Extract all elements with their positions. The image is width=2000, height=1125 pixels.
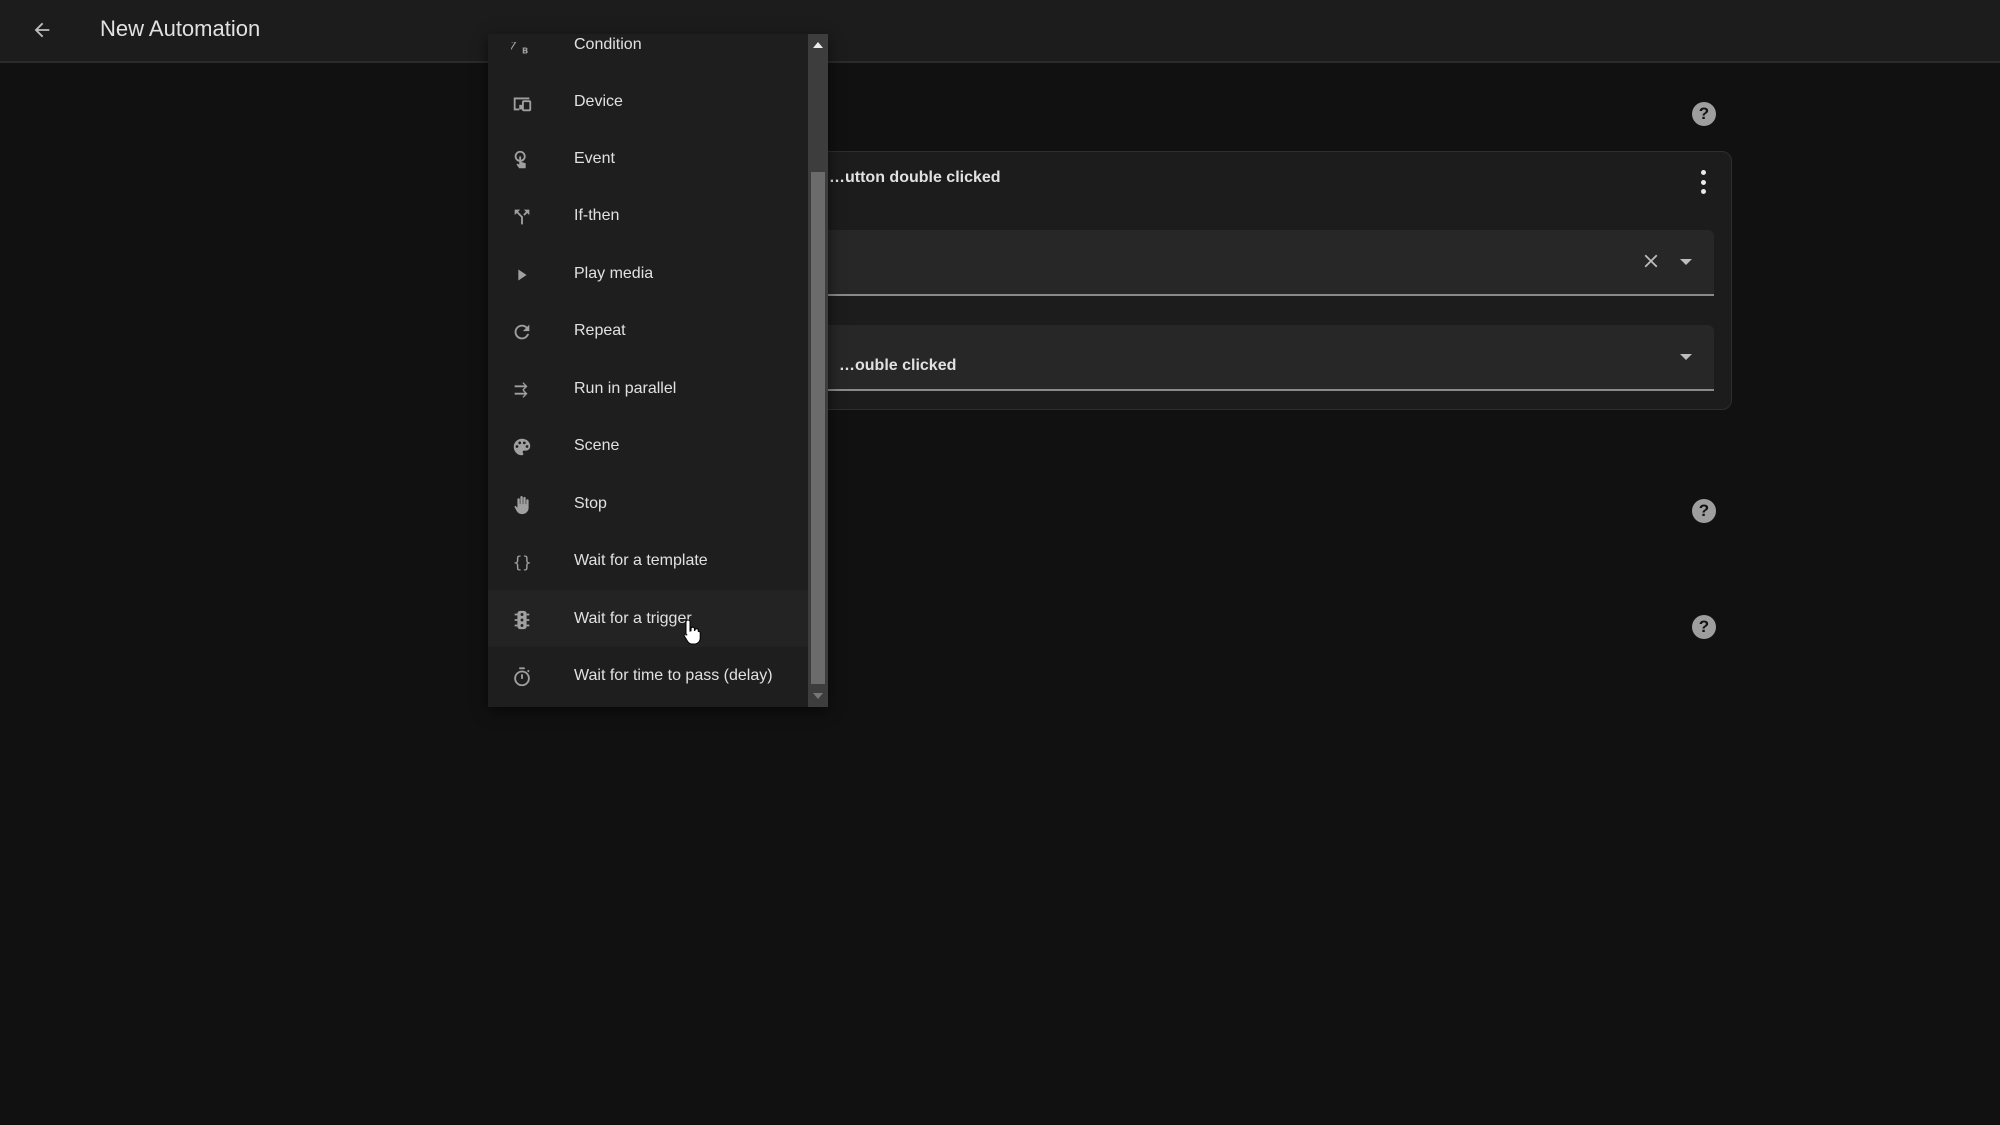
- call-split-icon: [510, 205, 534, 229]
- menu-item-label: Wait for a template: [574, 552, 708, 569]
- menu-item-condition[interactable]: ⁄ ·· B Condition: [488, 34, 808, 73]
- dots-vertical-icon[interactable]: [1697, 170, 1709, 194]
- add-action-menu: ⁄ ·· B Condition Device Event If-then Play…: [488, 34, 828, 707]
- close-icon[interactable]: [1640, 250, 1662, 272]
- timer-outline-icon: [510, 665, 534, 689]
- trigger-type-value: …ouble clicked: [839, 357, 957, 374]
- svg-text:{}: {}: [513, 554, 532, 572]
- menu-item-label: Repeat: [574, 322, 626, 339]
- menu-item-label: Scene: [574, 437, 620, 454]
- menu-item-label: Wait for a trigger: [574, 610, 692, 627]
- app-header: New Automation: [0, 0, 2000, 63]
- menu-item-label: Play media: [574, 265, 654, 282]
- arrow-left-icon: [34, 22, 50, 38]
- menu-item-event[interactable]: Event: [488, 130, 808, 187]
- menu-item-play-media[interactable]: Play media: [488, 245, 808, 302]
- hand-back-right-icon: [510, 493, 534, 517]
- menu-item-label: Wait for time to pass (delay): [574, 667, 773, 684]
- code-braces-icon: {}: [510, 550, 534, 574]
- play-icon: [510, 263, 534, 287]
- menu-item-scene[interactable]: Scene: [488, 417, 808, 474]
- menu-item-stop[interactable]: Stop: [488, 475, 808, 532]
- scroll-down-arrow-icon[interactable]: [813, 693, 823, 699]
- palette-icon: [510, 435, 534, 459]
- help-circle-icon[interactable]: ?: [1692, 102, 1716, 126]
- help-circle-icon[interactable]: ?: [1692, 615, 1716, 639]
- menu-item-label: If-then: [574, 207, 620, 224]
- shuffle-disabled-icon: [510, 378, 534, 402]
- back-button[interactable]: [26, 14, 58, 46]
- page-title: New Automation: [100, 16, 261, 41]
- menu-item-label: Device: [574, 93, 623, 110]
- menu-item-label: Condition: [574, 36, 642, 53]
- refresh-icon: [510, 320, 534, 344]
- menu-item-label: Event: [574, 150, 615, 167]
- traffic-light-icon: [510, 608, 534, 632]
- scrollbar-thumb[interactable]: [811, 172, 825, 684]
- scroll-up-arrow-icon[interactable]: [813, 42, 823, 48]
- svg-text:··: ··: [511, 38, 516, 47]
- menu-scrollbar[interactable]: [808, 34, 828, 707]
- menu-item-wait-for-template[interactable]: {} Wait for a template: [488, 532, 808, 589]
- device-select-field[interactable]: [821, 230, 1714, 296]
- menu-item-wait-for-delay[interactable]: Wait for time to pass (delay): [488, 647, 808, 704]
- menu-item-label: Stop: [574, 495, 607, 512]
- svg-text:B: B: [522, 45, 528, 55]
- ab-testing-icon: ⁄ ·· B: [510, 34, 534, 58]
- menu-item-label: Run in parallel: [574, 380, 677, 397]
- gesture-tap-icon: [510, 148, 534, 172]
- menu-down-icon[interactable]: [1680, 354, 1692, 360]
- menu-item-repeat[interactable]: Repeat: [488, 302, 808, 359]
- menu-item-device[interactable]: Device: [488, 73, 808, 130]
- menu-down-icon[interactable]: [1680, 259, 1692, 265]
- trigger-title: …utton double clicked: [829, 169, 1001, 186]
- menu-item-run-in-parallel[interactable]: Run in parallel: [488, 360, 808, 417]
- help-circle-icon[interactable]: ?: [1692, 499, 1716, 523]
- menu-item-wait-for-trigger[interactable]: Wait for a trigger: [488, 590, 808, 647]
- menu-item-if-then[interactable]: If-then: [488, 187, 808, 244]
- trigger-card: …utton double clicked …ouble clicked: [810, 151, 1732, 410]
- devices-icon: [510, 91, 534, 115]
- trigger-type-select-field[interactable]: …ouble clicked: [821, 325, 1714, 391]
